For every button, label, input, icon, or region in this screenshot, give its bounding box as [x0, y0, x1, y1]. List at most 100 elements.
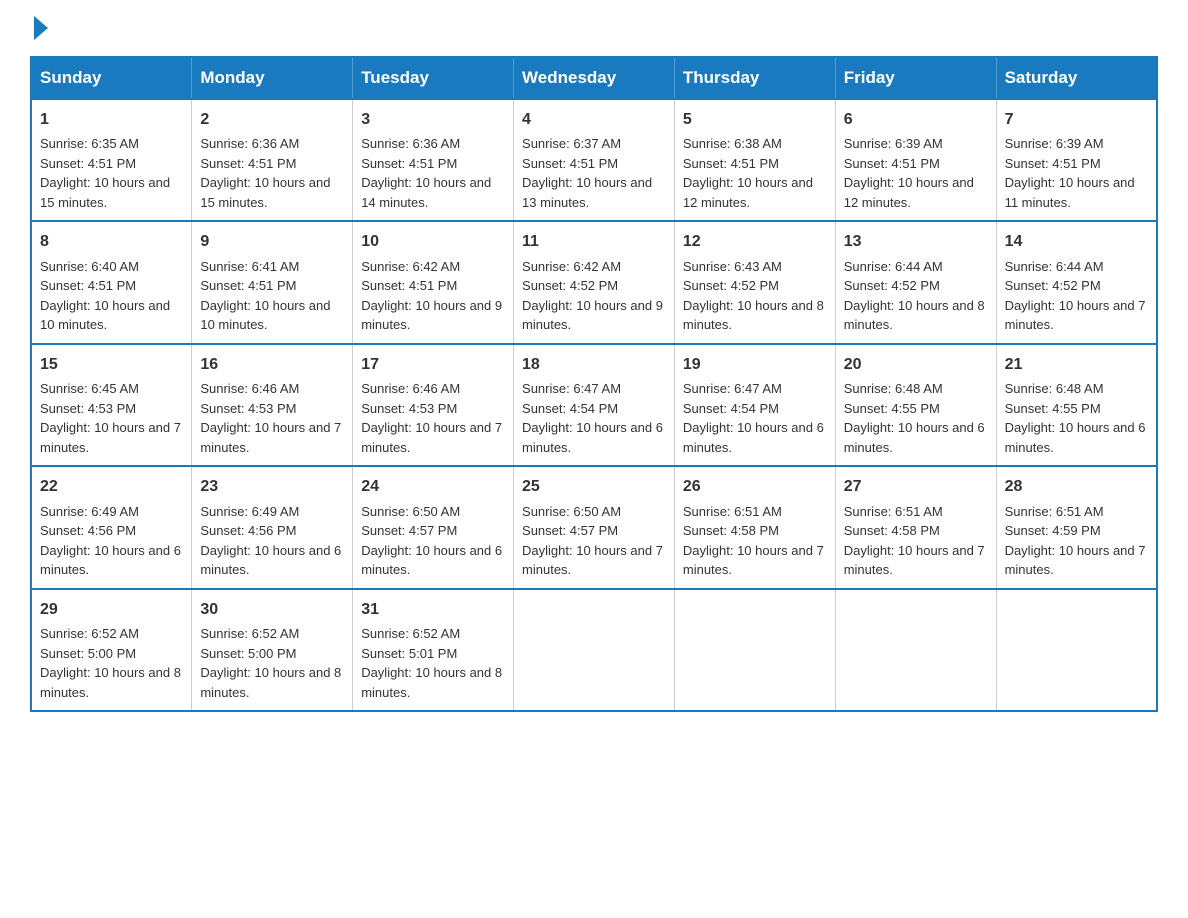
day-info: Sunrise: 6:35 AMSunset: 4:51 PMDaylight:…: [40, 136, 170, 210]
calendar-day-cell: [674, 589, 835, 711]
day-info: Sunrise: 6:52 AMSunset: 5:00 PMDaylight:…: [200, 626, 341, 700]
calendar-week-2: 8 Sunrise: 6:40 AMSunset: 4:51 PMDayligh…: [31, 221, 1157, 343]
calendar-header: SundayMondayTuesdayWednesdayThursdayFrid…: [31, 57, 1157, 99]
day-number: 10: [361, 230, 505, 253]
day-info: Sunrise: 6:44 AMSunset: 4:52 PMDaylight:…: [1005, 259, 1146, 333]
calendar-table: SundayMondayTuesdayWednesdayThursdayFrid…: [30, 56, 1158, 712]
day-number: 19: [683, 353, 827, 376]
day-info: Sunrise: 6:47 AMSunset: 4:54 PMDaylight:…: [522, 381, 663, 455]
calendar-day-cell: 12 Sunrise: 6:43 AMSunset: 4:52 PMDaylig…: [674, 221, 835, 343]
calendar-week-1: 1 Sunrise: 6:35 AMSunset: 4:51 PMDayligh…: [31, 99, 1157, 221]
day-info: Sunrise: 6:36 AMSunset: 4:51 PMDaylight:…: [361, 136, 491, 210]
day-number: 3: [361, 108, 505, 131]
calendar-day-cell: 25 Sunrise: 6:50 AMSunset: 4:57 PMDaylig…: [514, 466, 675, 588]
day-number: 24: [361, 475, 505, 498]
day-info: Sunrise: 6:48 AMSunset: 4:55 PMDaylight:…: [1005, 381, 1146, 455]
calendar-day-cell: 17 Sunrise: 6:46 AMSunset: 4:53 PMDaylig…: [353, 344, 514, 466]
day-number: 17: [361, 353, 505, 376]
day-number: 22: [40, 475, 183, 498]
calendar-day-cell: 6 Sunrise: 6:39 AMSunset: 4:51 PMDayligh…: [835, 99, 996, 221]
day-info: Sunrise: 6:45 AMSunset: 4:53 PMDaylight:…: [40, 381, 181, 455]
day-number: 11: [522, 230, 666, 253]
day-number: 1: [40, 108, 183, 131]
day-info: Sunrise: 6:46 AMSunset: 4:53 PMDaylight:…: [361, 381, 502, 455]
weekday-header-tuesday: Tuesday: [353, 57, 514, 99]
day-number: 6: [844, 108, 988, 131]
weekday-header-saturday: Saturday: [996, 57, 1157, 99]
day-info: Sunrise: 6:42 AMSunset: 4:52 PMDaylight:…: [522, 259, 663, 333]
day-number: 15: [40, 353, 183, 376]
calendar-day-cell: 14 Sunrise: 6:44 AMSunset: 4:52 PMDaylig…: [996, 221, 1157, 343]
day-info: Sunrise: 6:52 AMSunset: 5:00 PMDaylight:…: [40, 626, 181, 700]
day-info: Sunrise: 6:37 AMSunset: 4:51 PMDaylight:…: [522, 136, 652, 210]
calendar-day-cell: 21 Sunrise: 6:48 AMSunset: 4:55 PMDaylig…: [996, 344, 1157, 466]
calendar-week-5: 29 Sunrise: 6:52 AMSunset: 5:00 PMDaylig…: [31, 589, 1157, 711]
calendar-day-cell: 2 Sunrise: 6:36 AMSunset: 4:51 PMDayligh…: [192, 99, 353, 221]
calendar-day-cell: 16 Sunrise: 6:46 AMSunset: 4:53 PMDaylig…: [192, 344, 353, 466]
calendar-day-cell: 19 Sunrise: 6:47 AMSunset: 4:54 PMDaylig…: [674, 344, 835, 466]
day-info: Sunrise: 6:36 AMSunset: 4:51 PMDaylight:…: [200, 136, 330, 210]
calendar-day-cell: [835, 589, 996, 711]
logo-arrow-icon: [34, 16, 48, 40]
calendar-day-cell: 3 Sunrise: 6:36 AMSunset: 4:51 PMDayligh…: [353, 99, 514, 221]
calendar-day-cell: [514, 589, 675, 711]
day-number: 13: [844, 230, 988, 253]
calendar-day-cell: 30 Sunrise: 6:52 AMSunset: 5:00 PMDaylig…: [192, 589, 353, 711]
day-info: Sunrise: 6:49 AMSunset: 4:56 PMDaylight:…: [200, 504, 341, 578]
calendar-day-cell: 22 Sunrise: 6:49 AMSunset: 4:56 PMDaylig…: [31, 466, 192, 588]
day-number: 26: [683, 475, 827, 498]
calendar-day-cell: 8 Sunrise: 6:40 AMSunset: 4:51 PMDayligh…: [31, 221, 192, 343]
calendar-day-cell: 23 Sunrise: 6:49 AMSunset: 4:56 PMDaylig…: [192, 466, 353, 588]
day-info: Sunrise: 6:46 AMSunset: 4:53 PMDaylight:…: [200, 381, 341, 455]
day-number: 14: [1005, 230, 1148, 253]
day-info: Sunrise: 6:48 AMSunset: 4:55 PMDaylight:…: [844, 381, 985, 455]
day-number: 12: [683, 230, 827, 253]
weekday-header-monday: Monday: [192, 57, 353, 99]
day-number: 27: [844, 475, 988, 498]
day-info: Sunrise: 6:49 AMSunset: 4:56 PMDaylight:…: [40, 504, 181, 578]
day-info: Sunrise: 6:47 AMSunset: 4:54 PMDaylight:…: [683, 381, 824, 455]
day-info: Sunrise: 6:50 AMSunset: 4:57 PMDaylight:…: [522, 504, 663, 578]
day-number: 9: [200, 230, 344, 253]
calendar-day-cell: 7 Sunrise: 6:39 AMSunset: 4:51 PMDayligh…: [996, 99, 1157, 221]
calendar-day-cell: 26 Sunrise: 6:51 AMSunset: 4:58 PMDaylig…: [674, 466, 835, 588]
calendar-day-cell: 1 Sunrise: 6:35 AMSunset: 4:51 PMDayligh…: [31, 99, 192, 221]
day-number: 7: [1005, 108, 1148, 131]
day-number: 16: [200, 353, 344, 376]
calendar-day-cell: 11 Sunrise: 6:42 AMSunset: 4:52 PMDaylig…: [514, 221, 675, 343]
calendar-day-cell: 5 Sunrise: 6:38 AMSunset: 4:51 PMDayligh…: [674, 99, 835, 221]
day-info: Sunrise: 6:51 AMSunset: 4:58 PMDaylight:…: [683, 504, 824, 578]
day-info: Sunrise: 6:40 AMSunset: 4:51 PMDaylight:…: [40, 259, 170, 333]
calendar-day-cell: 20 Sunrise: 6:48 AMSunset: 4:55 PMDaylig…: [835, 344, 996, 466]
calendar-day-cell: 13 Sunrise: 6:44 AMSunset: 4:52 PMDaylig…: [835, 221, 996, 343]
day-info: Sunrise: 6:38 AMSunset: 4:51 PMDaylight:…: [683, 136, 813, 210]
weekday-header-friday: Friday: [835, 57, 996, 99]
day-info: Sunrise: 6:50 AMSunset: 4:57 PMDaylight:…: [361, 504, 502, 578]
calendar-week-4: 22 Sunrise: 6:49 AMSunset: 4:56 PMDaylig…: [31, 466, 1157, 588]
calendar-day-cell: 15 Sunrise: 6:45 AMSunset: 4:53 PMDaylig…: [31, 344, 192, 466]
day-number: 28: [1005, 475, 1148, 498]
day-info: Sunrise: 6:42 AMSunset: 4:51 PMDaylight:…: [361, 259, 502, 333]
logo: [30, 20, 48, 40]
calendar-day-cell: 18 Sunrise: 6:47 AMSunset: 4:54 PMDaylig…: [514, 344, 675, 466]
day-number: 20: [844, 353, 988, 376]
day-info: Sunrise: 6:43 AMSunset: 4:52 PMDaylight:…: [683, 259, 824, 333]
calendar-day-cell: 4 Sunrise: 6:37 AMSunset: 4:51 PMDayligh…: [514, 99, 675, 221]
day-number: 23: [200, 475, 344, 498]
calendar-day-cell: 10 Sunrise: 6:42 AMSunset: 4:51 PMDaylig…: [353, 221, 514, 343]
calendar-body: 1 Sunrise: 6:35 AMSunset: 4:51 PMDayligh…: [31, 99, 1157, 711]
day-info: Sunrise: 6:39 AMSunset: 4:51 PMDaylight:…: [844, 136, 974, 210]
weekday-header-thursday: Thursday: [674, 57, 835, 99]
calendar-day-cell: 31 Sunrise: 6:52 AMSunset: 5:01 PMDaylig…: [353, 589, 514, 711]
calendar-day-cell: 9 Sunrise: 6:41 AMSunset: 4:51 PMDayligh…: [192, 221, 353, 343]
weekday-header-row: SundayMondayTuesdayWednesdayThursdayFrid…: [31, 57, 1157, 99]
day-number: 25: [522, 475, 666, 498]
calendar-day-cell: 24 Sunrise: 6:50 AMSunset: 4:57 PMDaylig…: [353, 466, 514, 588]
day-info: Sunrise: 6:44 AMSunset: 4:52 PMDaylight:…: [844, 259, 985, 333]
weekday-header-sunday: Sunday: [31, 57, 192, 99]
calendar-week-3: 15 Sunrise: 6:45 AMSunset: 4:53 PMDaylig…: [31, 344, 1157, 466]
day-number: 4: [522, 108, 666, 131]
day-info: Sunrise: 6:52 AMSunset: 5:01 PMDaylight:…: [361, 626, 502, 700]
day-info: Sunrise: 6:51 AMSunset: 4:58 PMDaylight:…: [844, 504, 985, 578]
day-info: Sunrise: 6:51 AMSunset: 4:59 PMDaylight:…: [1005, 504, 1146, 578]
